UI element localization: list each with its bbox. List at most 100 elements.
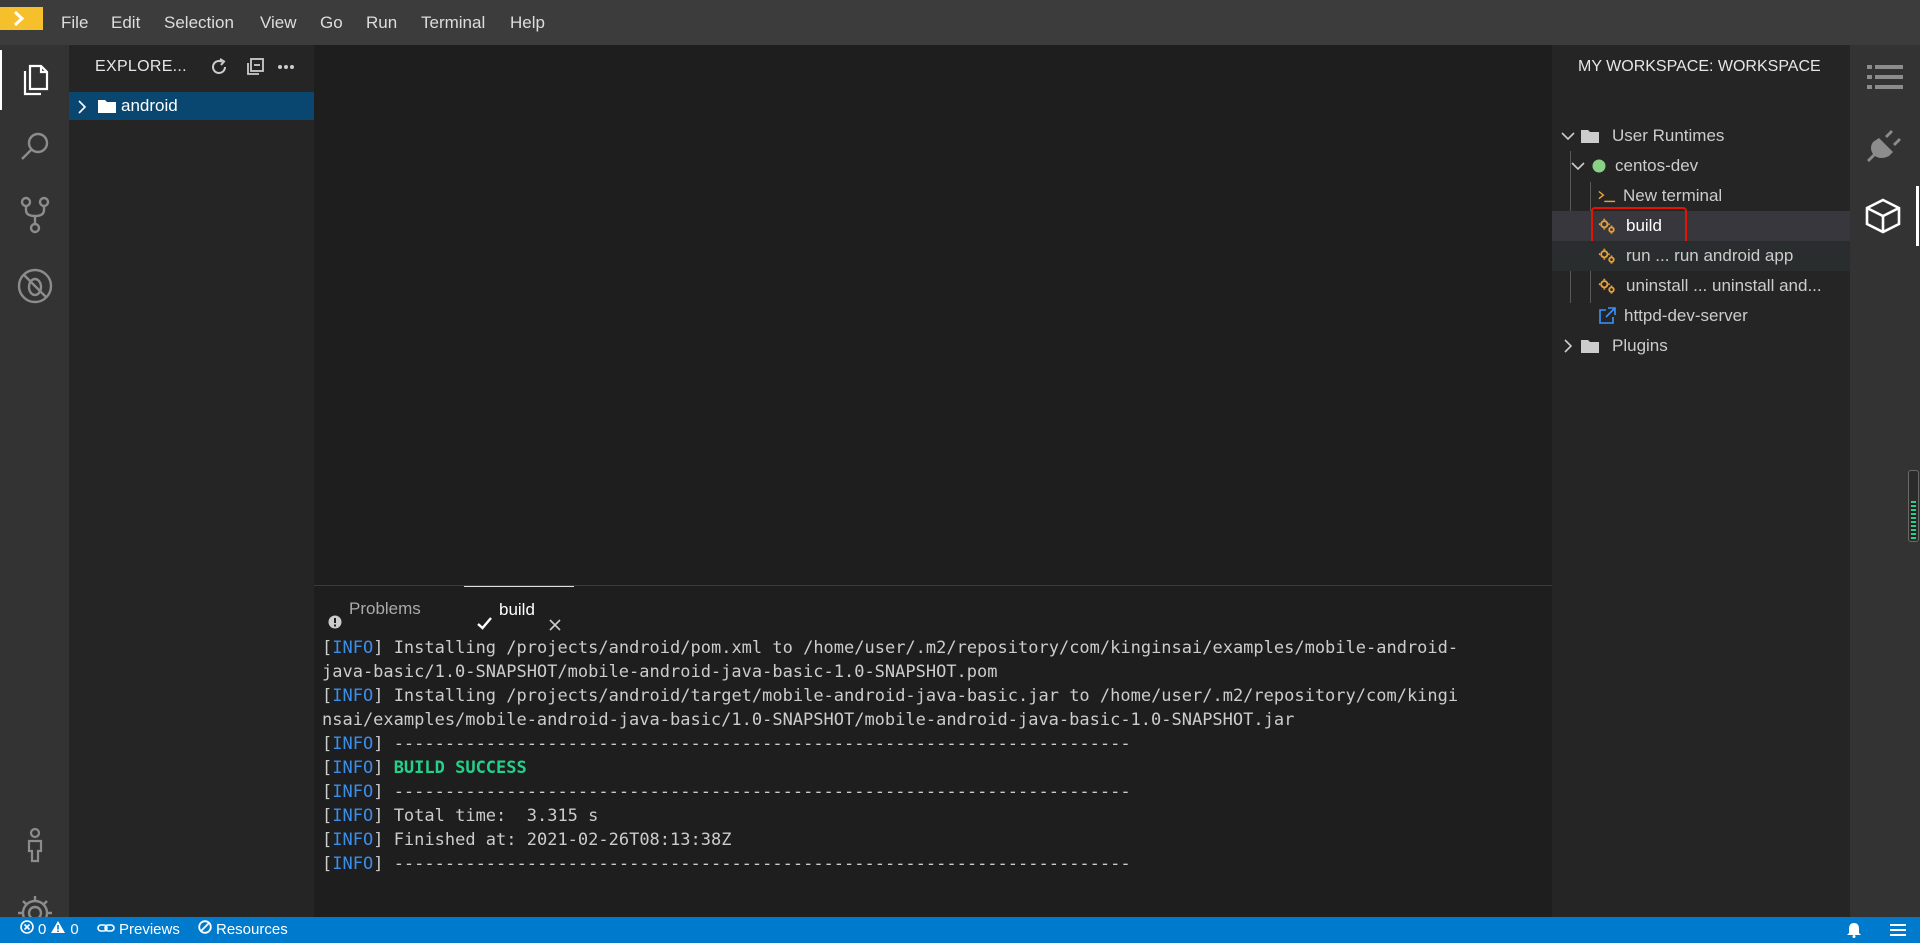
terminal-line: java-basic/1.0-SNAPSHOT/mobile-android-j… [322,660,1542,684]
minimap-slider[interactable] [1908,470,1919,542]
terminal-line: [INFO] BUILD SUCCESS [322,758,527,778]
log-level-tag: INFO [332,854,374,874]
log-level-tag: INFO [332,686,374,706]
terminal-line: [INFO] ---------------------------------… [322,854,1131,874]
tree-item-label: android [121,96,178,115]
menu-run[interactable]: Run [366,0,397,45]
resources-label: Resources [216,921,288,938]
folder-icon [1581,127,1599,145]
notification-bell-icon[interactable] [1846,917,1862,943]
collapse-all-icon[interactable] [244,56,266,78]
gears-icon [1598,277,1616,295]
terminal-line-text: java-basic/1.0-SNAPSHOT/mobile-android-j… [322,662,998,682]
chevron-right-icon [77,100,87,119]
outline-list-icon[interactable] [1850,47,1919,107]
terminal-line-text: nsai/examples/mobile-android-java-basic/… [322,710,1295,730]
source-control-activity-icon[interactable] [0,185,69,245]
command-run[interactable]: run ... run android app [1552,241,1850,271]
menu-file[interactable]: File [61,0,88,45]
more-actions-icon[interactable] [275,56,297,78]
tree-item-plugins[interactable]: Plugins [1552,331,1850,361]
terminal-line: [INFO] Finished at: 2021-02-26T08:13:38Z [322,830,732,850]
gears-icon [1598,247,1616,265]
plug-icon[interactable] [1850,116,1919,176]
activity-bar [0,45,69,930]
menu-edit[interactable]: Edit [111,0,140,45]
status-bar: 0 0 Previews Resources [0,917,1920,943]
refresh-icon[interactable] [208,56,230,78]
error-icon [20,917,34,943]
log-level-tag: INFO [332,758,374,778]
menu-terminal[interactable]: Terminal [421,0,485,45]
terminal-line-text: Installing /projects/android/pom.xml to … [393,638,1459,658]
log-level-tag: INFO [332,806,374,826]
error-count: 0 [38,921,47,938]
folder-icon [98,99,116,118]
command-label: run ... run android app [1626,246,1794,265]
tab-build[interactable]: build [464,586,574,632]
chevron-right-icon [1559,337,1577,355]
app-logo[interactable] [0,7,43,30]
command-uninstall[interactable]: uninstall ... uninstall and... [1552,271,1850,301]
log-level-tag: INFO [332,782,374,802]
terminal-line: [INFO] Total time: 3.315 s [322,806,599,826]
menu-go[interactable]: Go [320,0,343,45]
warning-icon [50,917,66,943]
minimap-indicator [1911,501,1916,539]
log-level-tag: INFO [332,734,374,754]
log-level-tag: INFO [332,638,374,658]
chevron-down-icon [1559,127,1577,145]
menu-help[interactable]: Help [510,0,545,45]
terminal-line-text: ----------------------------------------… [393,782,1131,802]
folder-icon [1581,337,1599,355]
terminal-line-text: Finished at: 2021-02-26T08:13:38Z [393,830,732,850]
plugins-label: Plugins [1612,336,1668,355]
previews-label: Previews [119,921,180,938]
tab-problems[interactable]: Problems [314,586,464,631]
external-link-icon [1598,307,1616,325]
explorer-sidebar: EXPLORE... android [69,45,314,917]
menu-bar: File Edit Selection View Go Run Terminal… [0,0,1920,45]
workspace-cube-icon[interactable] [1850,186,1919,246]
terminal-line-text: Installing /projects/android/target/mobi… [393,686,1459,706]
command-httpd-dev-server[interactable]: httpd-dev-server [1552,301,1850,331]
debug-activity-icon[interactable] [0,256,69,316]
explorer-activity-icon[interactable] [0,50,69,110]
resources-icon [198,917,212,943]
menu-selection[interactable]: Selection [164,0,234,45]
terminal-output[interactable]: [INFO] Installing /projects/android/pom.… [322,636,1542,876]
terminal-line: nsai/examples/mobile-android-java-basic/… [322,708,1542,732]
previews-status[interactable]: Previews [97,917,180,943]
tab-build-label: build [499,600,535,619]
terminal-line-text: ----------------------------------------… [393,734,1131,754]
build-success-text: BUILD SUCCESS [393,758,527,778]
bottom-panel: Problems build [INFO] Installing /projec… [314,585,1552,917]
menu-view[interactable]: View [260,0,297,45]
runtime-status-dot-icon [1590,157,1608,175]
problems-status[interactable]: 0 0 [20,917,79,943]
workspace-title: MY WORKSPACE: WORKSPACE [1578,58,1821,75]
terminal-line: [INFO] Installing /projects/android/targ… [322,686,1459,706]
log-level-tag: INFO [332,830,374,850]
tab-problems-label: Problems [349,599,421,618]
command-build[interactable]: build [1552,207,1850,246]
terminal-line: [INFO] Installing /projects/android/pom.… [322,638,1459,658]
warning-count: 0 [70,921,79,938]
account-icon[interactable] [0,815,69,875]
tree-item-user-runtimes[interactable]: User Runtimes [1552,121,1850,151]
explorer-title: EXPLORE... [95,58,187,75]
status-menu-icon[interactable] [1890,917,1906,943]
tree-item-centos-dev[interactable]: centos-dev [1552,151,1850,181]
resources-status[interactable]: Resources [198,917,288,943]
search-activity-icon[interactable] [0,117,69,177]
terminal-line-text: Total time: 3.315 s [393,806,599,826]
editor-area[interactable] [314,45,1552,585]
user-runtimes-label: User Runtimes [1612,126,1725,145]
chevron-down-icon [1569,157,1587,175]
tree-item-android[interactable]: android [69,92,314,120]
workspace-sidebar: MY WORKSPACE: WORKSPACE User Runtimes ce… [1552,45,1850,917]
terminal-line-text: ----------------------------------------… [393,854,1131,874]
terminal-line: [INFO] ---------------------------------… [322,782,1131,802]
terminal-icon [1598,187,1616,205]
link-icon [97,917,115,943]
